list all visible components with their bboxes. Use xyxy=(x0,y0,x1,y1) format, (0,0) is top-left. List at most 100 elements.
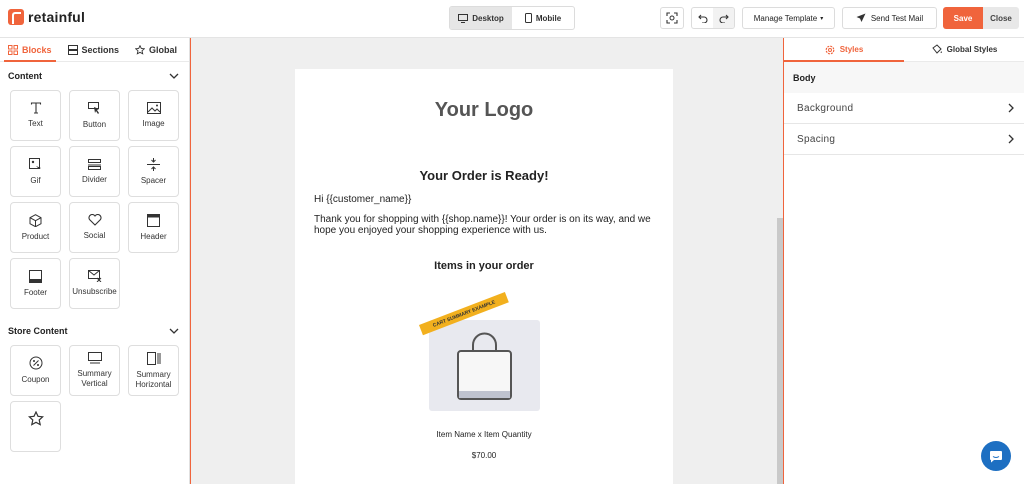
block-label: Social xyxy=(83,231,106,240)
block-summary-vertical[interactable]: Summary Vertical xyxy=(69,345,120,396)
blocks-panel: Blocks Sections Global Content Text Butt… xyxy=(0,38,190,484)
block-label: Coupon xyxy=(21,375,50,384)
chevron-down-icon xyxy=(169,328,179,334)
redo-button[interactable] xyxy=(713,8,734,28)
tab-global-label: Global xyxy=(149,44,178,55)
tab-styles-label: Styles xyxy=(839,45,864,54)
block-label: Button xyxy=(82,119,107,129)
block-social[interactable]: Social xyxy=(69,202,120,253)
caret-down-icon: ▾ xyxy=(820,15,824,22)
block-label: Unsubscribe xyxy=(72,287,117,296)
spacing-label: Spacing xyxy=(797,133,836,145)
brand-logo[interactable]: retainful xyxy=(8,9,85,25)
preview-scan-icon xyxy=(666,12,678,24)
top-bar: retainful Desktop Mobile Manage Template… xyxy=(0,0,1024,38)
item-name[interactable]: Item Name x Item Quantity xyxy=(295,430,673,439)
chevron-right-icon xyxy=(1008,134,1014,144)
block-label: Summary Vertical xyxy=(77,369,112,388)
block-label: Spacer xyxy=(140,175,167,185)
email-heading[interactable]: Your Order is Ready! xyxy=(295,168,673,183)
email-body-text[interactable]: Thank you for shopping with {{shop.name}… xyxy=(314,214,659,236)
block-label: Gif xyxy=(30,175,41,185)
block-spacer[interactable]: Spacer xyxy=(128,146,179,197)
block-label: Header xyxy=(140,231,167,241)
save-button[interactable]: Save xyxy=(943,7,983,29)
redo-icon xyxy=(719,14,729,23)
star-icon xyxy=(135,44,146,55)
mobile-view-button[interactable]: Mobile xyxy=(512,7,574,29)
undo-button[interactable] xyxy=(692,8,713,28)
text-icon xyxy=(30,102,41,114)
mail-cross-icon xyxy=(87,270,101,282)
product-box-icon xyxy=(29,213,42,227)
paint-bucket-icon xyxy=(931,44,942,54)
manage-template-label: Manage Template xyxy=(753,13,818,23)
block-product[interactable]: Product xyxy=(10,202,61,253)
chevron-down-icon xyxy=(169,73,179,79)
item-price[interactable]: $70.00 xyxy=(295,451,673,460)
block-label: Divider xyxy=(82,174,107,184)
send-test-mail-button[interactable]: Send Test Mail xyxy=(842,7,937,29)
styles-panel: Styles Global Styles Body Background Spa… xyxy=(784,38,1024,484)
star-icon xyxy=(27,411,44,426)
email-greeting[interactable]: Hi {{customer_name}} xyxy=(314,194,411,205)
email-logo[interactable]: Your Logo xyxy=(295,99,673,122)
tab-blocks[interactable]: Blocks xyxy=(0,38,60,62)
block-coupon[interactable]: Coupon xyxy=(10,345,61,396)
block-gif[interactable]: Gif xyxy=(10,146,61,197)
chat-bubble-icon xyxy=(990,450,1002,462)
block-text[interactable]: Text xyxy=(10,90,61,141)
manage-template-dropdown[interactable]: Manage Template ▾ xyxy=(742,7,835,29)
block-image[interactable]: Image xyxy=(128,90,179,141)
brand-name: retainful xyxy=(28,9,86,25)
desktop-label: Desktop xyxy=(472,13,504,23)
spacing-accordion[interactable]: Spacing xyxy=(784,124,1024,155)
block-divider[interactable]: Divider xyxy=(69,146,120,197)
spacer-icon xyxy=(147,157,160,171)
gif-icon xyxy=(29,157,41,169)
block-label: Text xyxy=(28,119,43,128)
tab-styles[interactable]: Styles xyxy=(784,38,904,62)
tab-global-styles[interactable]: Global Styles xyxy=(904,38,1024,61)
block-more[interactable] xyxy=(10,401,61,452)
store-content-section-header[interactable]: Store Content xyxy=(0,317,189,345)
summary-horizontal-icon xyxy=(146,351,160,365)
sections-icon xyxy=(67,44,78,55)
block-label: Product xyxy=(21,231,50,241)
items-heading[interactable]: Items in your order xyxy=(295,260,673,272)
send-icon xyxy=(856,13,866,22)
right-panel-tabs: Styles Global Styles xyxy=(784,38,1024,62)
store-blocks-grid: Coupon Summary Vertical Summary Horizont… xyxy=(0,345,189,452)
body-section-title: Body xyxy=(784,62,1024,93)
product-image[interactable] xyxy=(429,320,540,411)
tab-sections[interactable]: Sections xyxy=(60,38,128,61)
tab-global[interactable]: Global xyxy=(127,38,185,61)
left-panel-tabs: Blocks Sections Global xyxy=(0,38,189,62)
divider-icon xyxy=(88,158,101,170)
device-toggle: Desktop Mobile xyxy=(449,6,575,30)
content-blocks-grid: Text Button Image Gif Divider Spacer Pro… xyxy=(0,90,189,309)
close-button[interactable]: Close xyxy=(983,7,1019,29)
send-test-mail-label: Send Test Mail xyxy=(870,13,924,23)
background-accordion[interactable]: Background xyxy=(784,93,1024,124)
email-canvas[interactable]: Your Logo Your Order is Ready! Hi {{cust… xyxy=(190,38,784,484)
block-summary-horizontal[interactable]: Summary Horizontal xyxy=(128,345,179,396)
history-controls xyxy=(691,7,735,29)
block-label: Image xyxy=(142,119,165,128)
block-button[interactable]: Button xyxy=(69,90,120,141)
email-preview[interactable]: Your Logo Your Order is Ready! Hi {{cust… xyxy=(295,69,673,484)
chat-support-button[interactable] xyxy=(981,441,1011,471)
content-section-header[interactable]: Content xyxy=(0,62,189,90)
header-layout-icon xyxy=(147,213,160,227)
heart-icon xyxy=(87,214,102,226)
content-section-title: Content xyxy=(8,71,42,81)
block-footer[interactable]: Footer xyxy=(10,258,61,309)
store-content-title: Store Content xyxy=(8,326,68,336)
preview-button[interactable] xyxy=(660,7,684,29)
block-unsubscribe[interactable]: Unsubscribe xyxy=(69,258,120,309)
canvas-scrollbar[interactable] xyxy=(777,218,783,484)
tab-sections-label: Sections xyxy=(81,44,120,55)
block-header[interactable]: Header xyxy=(128,202,179,253)
summary-vertical-icon xyxy=(87,352,102,364)
desktop-view-button[interactable]: Desktop xyxy=(450,7,512,29)
